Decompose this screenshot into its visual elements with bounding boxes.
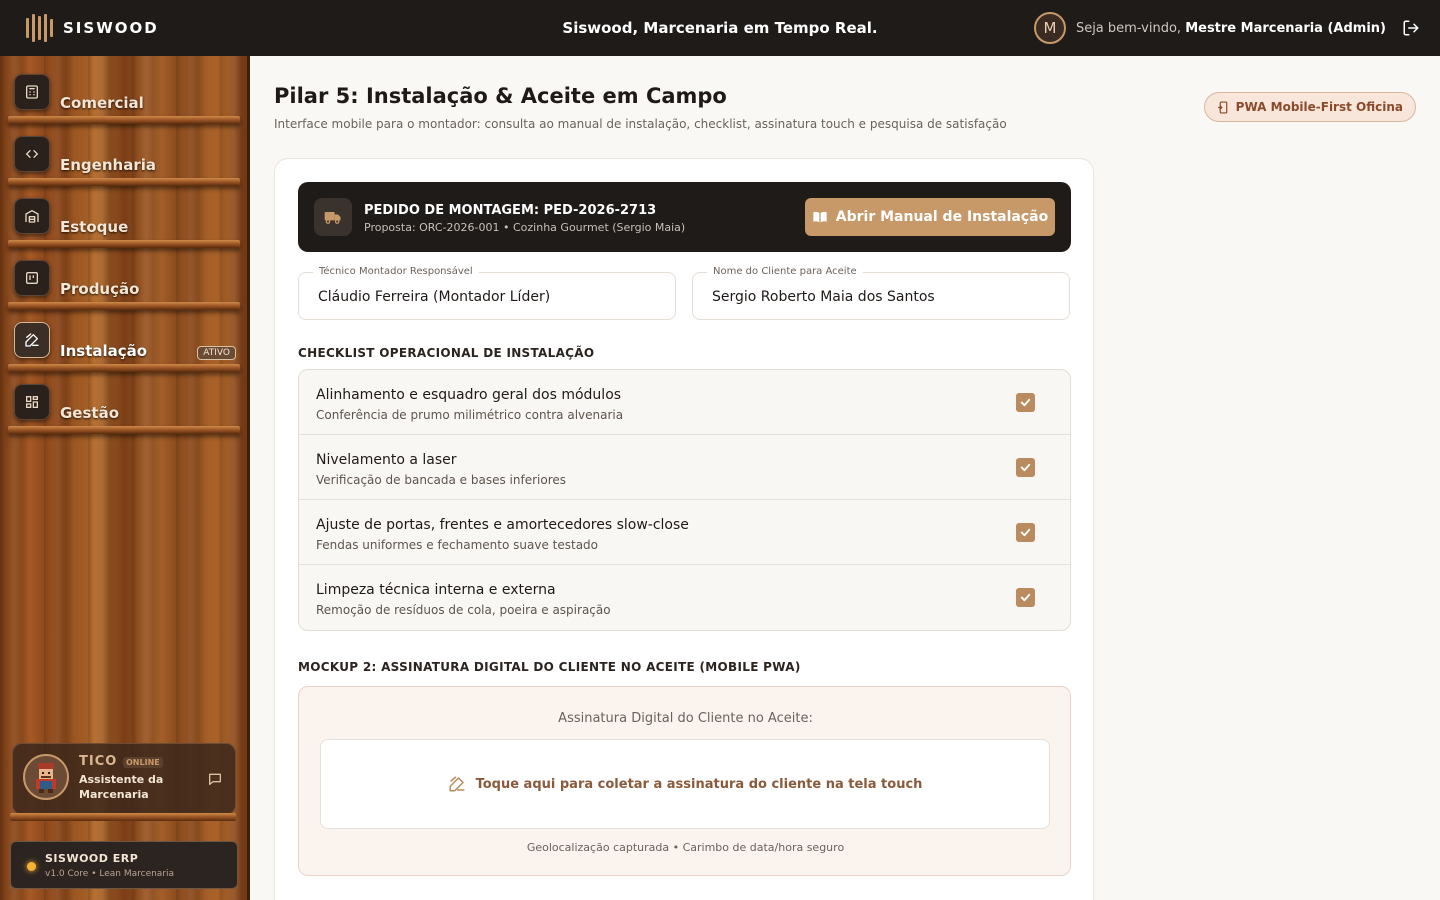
welcome-prefix: Seja bem-vindo, bbox=[1075, 20, 1182, 36]
technician-field[interactable]: Técnico Montador Responsável bbox=[298, 266, 676, 320]
checklist-item-subtitle: Remoção de resíduos de cola, poeira e as… bbox=[316, 603, 611, 617]
mobile-icon bbox=[1217, 100, 1228, 114]
client-input[interactable] bbox=[712, 289, 1052, 305]
avatar[interactable]: M bbox=[1033, 12, 1066, 44]
checkbox-checked-icon[interactable] bbox=[1016, 458, 1035, 477]
checklist: Alinhamento e esquadro geral dos módulos… bbox=[298, 369, 1071, 631]
code-icon bbox=[14, 136, 50, 172]
sidebar-item-estoque[interactable]: Estoque bbox=[8, 184, 240, 248]
client-label: Nome do Cliente para Aceite bbox=[707, 266, 863, 277]
logout-icon[interactable] bbox=[1402, 19, 1420, 37]
assistant-status-badge: ONLINE bbox=[123, 757, 163, 768]
checklist-item[interactable]: Ajuste de portas, frentes e amortecedore… bbox=[299, 500, 1070, 565]
assistant-role: Assistente da Marcenaria bbox=[79, 773, 164, 801]
assistant-name: TICO bbox=[79, 754, 118, 769]
kanban-icon bbox=[14, 260, 50, 296]
erp-version: v1.0 Core • Lean Marcenaria bbox=[45, 869, 175, 879]
checkbox-checked-icon[interactable] bbox=[1016, 588, 1035, 607]
checklist-item-title: Limpeza técnica interna e externa bbox=[316, 582, 556, 598]
page-title: Pilar 5: Instalação & Aceite em Campo bbox=[274, 84, 727, 108]
checklist-title: CHECKLIST OPERACIONAL DE INSTALAÇÃO bbox=[298, 346, 595, 360]
wood-shelf bbox=[10, 813, 236, 821]
main-content: Pilar 5: Instalação & Aceite em Campo In… bbox=[250, 56, 1440, 900]
top-bar: SISWOOD Siswood, Marcenaria em Tempo Rea… bbox=[0, 0, 1440, 56]
assistant-avatar-icon bbox=[23, 754, 69, 800]
dashboard-icon bbox=[14, 384, 50, 420]
checklist-item[interactable]: Limpeza técnica interna e externa Remoçã… bbox=[299, 565, 1070, 630]
signature-pad[interactable]: Toque aqui para coletar a assinatura do … bbox=[320, 739, 1050, 829]
user-name: Mestre Marcenaria (Admin) bbox=[1185, 20, 1386, 36]
checklist-item[interactable]: Nivelamento a laser Verificação de banca… bbox=[299, 435, 1070, 500]
calculator-icon bbox=[14, 74, 50, 110]
sidebar-item-label: Gestão bbox=[60, 404, 120, 422]
checklist-item[interactable]: Alinhamento e esquadro geral dos módulos… bbox=[299, 370, 1070, 435]
checklist-item-title: Ajuste de portas, frentes e amortecedore… bbox=[316, 517, 689, 533]
signature-icon bbox=[449, 776, 465, 792]
order-header: PEDIDO DE MONTAGEM: PED-2026-2713 Propos… bbox=[298, 182, 1071, 252]
warehouse-icon bbox=[14, 198, 50, 234]
checklist-item-title: Nivelamento a laser bbox=[316, 452, 457, 468]
sidebar-item-engenharia[interactable]: Engenharia bbox=[8, 122, 240, 186]
signature-cta: Toque aqui para coletar a assinatura do … bbox=[475, 776, 923, 792]
truck-icon bbox=[314, 198, 352, 236]
checklist-item-subtitle: Conferência de prumo milimétrico contra … bbox=[316, 408, 624, 422]
sidebar-item-producao[interactable]: Produção bbox=[8, 246, 240, 310]
erp-version-card: SISWOOD ERP v1.0 Core • Lean Marcenaria bbox=[10, 841, 238, 889]
sidebar-item-gestao[interactable]: Gestão bbox=[8, 370, 240, 434]
order-subtitle: Proposta: ORC-2026-001 • Cozinha Gourmet… bbox=[364, 221, 686, 234]
signature-section-title: MOCKUP 2: ASSINATURA DIGITAL DO CLIENTE … bbox=[298, 660, 801, 674]
pwa-badge-label: PWA Mobile-First Oficina bbox=[1235, 100, 1403, 114]
sidebar-item-label: Instalação bbox=[60, 342, 148, 360]
technician-label: Técnico Montador Responsável bbox=[313, 266, 479, 277]
assistant-card[interactable]: TICO ONLINE Assistente da Marcenaria bbox=[12, 743, 236, 815]
checklist-item-subtitle: Verificação de bancada e bases inferiore… bbox=[316, 473, 567, 487]
signature-label: Assinatura Digital do Cliente no Aceite: bbox=[558, 711, 813, 726]
user-info[interactable]: M Seja bem-vindo, Mestre Marcenaria (Adm… bbox=[1033, 12, 1386, 44]
signature-footer: Geolocalização capturada • Carimbo de da… bbox=[526, 841, 845, 854]
welcome-text: Seja bem-vindo, Mestre Marcenaria (Admin… bbox=[1076, 21, 1386, 36]
sidebar-item-instalacao[interactable]: Instalação ATIVO bbox=[8, 308, 240, 372]
sidebar-item-comercial[interactable]: Comercial bbox=[8, 60, 240, 124]
checklist-item-title: Alinhamento e esquadro geral dos módulos bbox=[316, 387, 622, 403]
signature-section: Assinatura Digital do Cliente no Aceite:… bbox=[298, 686, 1071, 876]
open-manual-label: Abrir Manual de Instalação bbox=[835, 209, 1049, 225]
sidebar-item-label: Comercial bbox=[60, 94, 144, 112]
sidebar-item-label: Estoque bbox=[60, 218, 129, 236]
order-title: PEDIDO DE MONTAGEM: PED-2026-2713 bbox=[364, 203, 657, 218]
installation-card: PEDIDO DE MONTAGEM: PED-2026-2713 Propos… bbox=[274, 158, 1094, 900]
wood-shelf bbox=[8, 426, 240, 434]
checkbox-checked-icon[interactable] bbox=[1016, 523, 1035, 542]
sidebar: Comercial Engenharia Estoque Produção In… bbox=[0, 56, 250, 900]
chat-icon[interactable] bbox=[207, 771, 223, 787]
open-manual-button[interactable]: Abrir Manual de Instalação bbox=[805, 198, 1055, 236]
signature-icon bbox=[14, 322, 50, 358]
active-badge: ATIVO bbox=[197, 346, 236, 360]
checkbox-checked-icon[interactable] bbox=[1016, 393, 1035, 412]
checklist-item-subtitle: Fendas uniformes e fechamento suave test… bbox=[316, 538, 599, 552]
erp-title: SISWOOD ERP bbox=[45, 852, 139, 865]
status-dot-icon bbox=[27, 862, 36, 871]
sidebar-item-label: Engenharia bbox=[60, 156, 156, 174]
client-field[interactable]: Nome do Cliente para Aceite bbox=[692, 266, 1070, 320]
sidebar-item-label: Produção bbox=[60, 280, 140, 298]
book-icon bbox=[813, 211, 827, 223]
page-subtitle: Interface mobile para o montador: consul… bbox=[274, 117, 1007, 131]
technician-input[interactable] bbox=[318, 289, 658, 305]
pwa-badge[interactable]: PWA Mobile-First Oficina bbox=[1203, 92, 1416, 122]
